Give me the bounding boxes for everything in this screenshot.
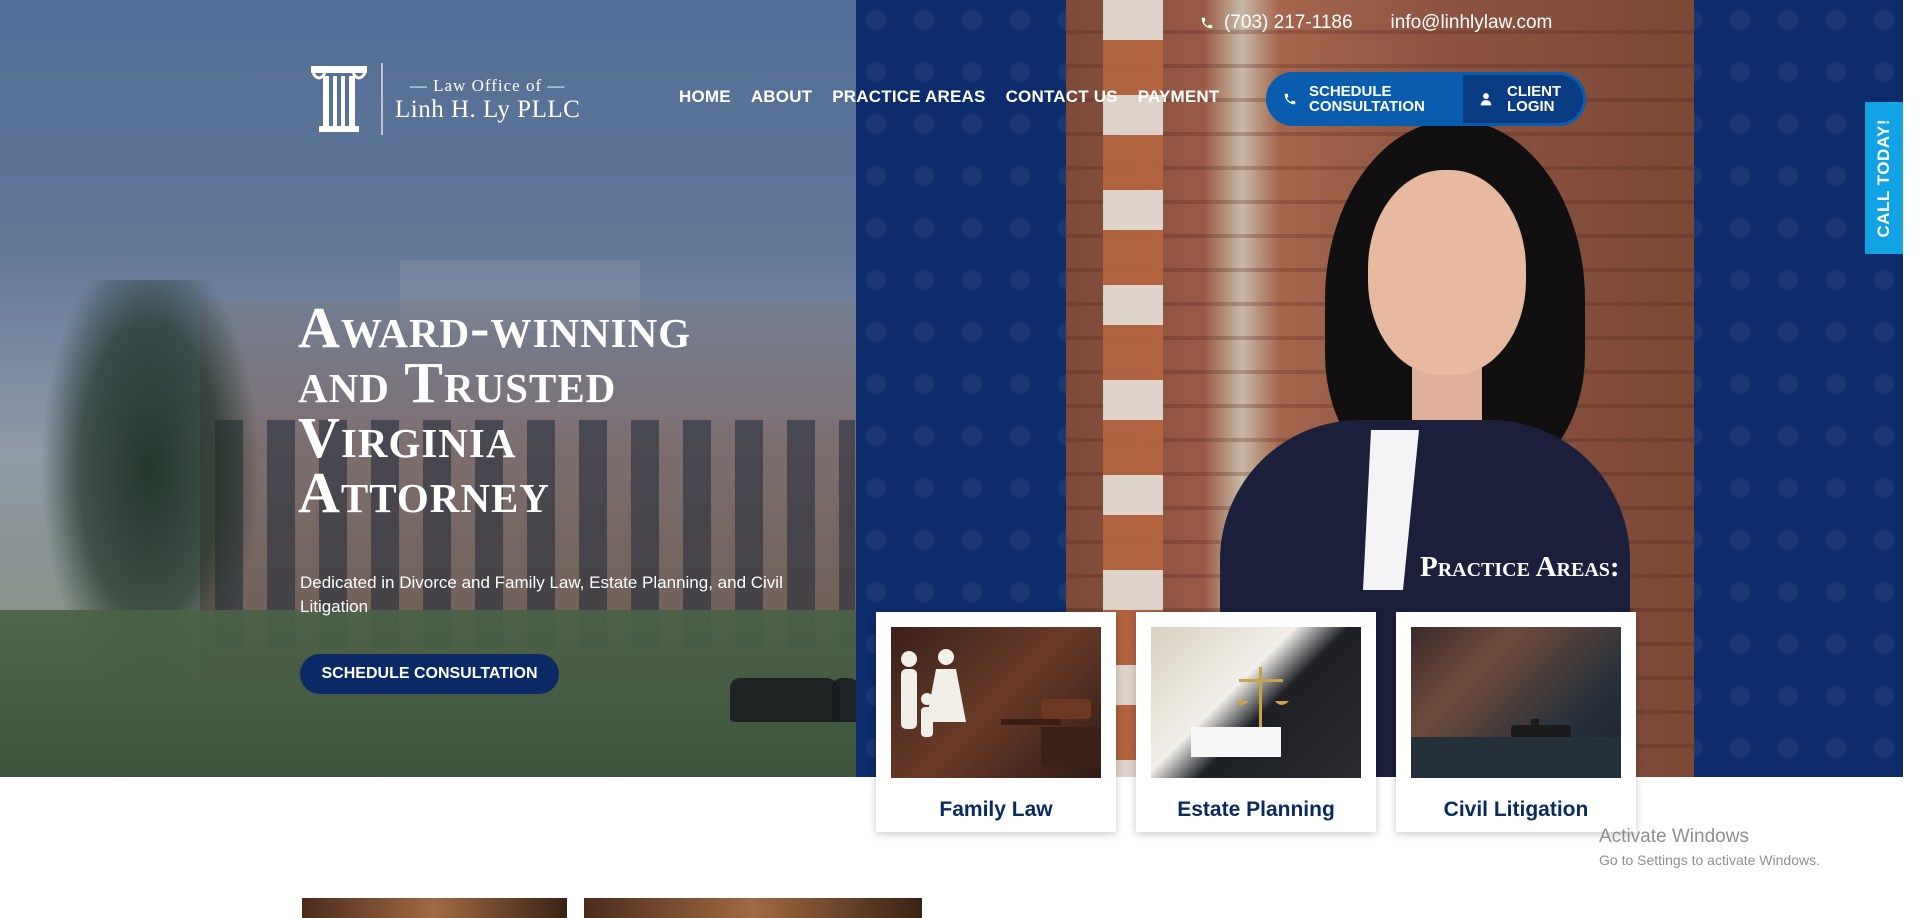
activate-windows-watermark: Activate Windows Go to Settings to activ… <box>1599 826 1820 868</box>
schedule-label-line-2: CONSULTATION <box>1309 98 1425 115</box>
login-label-line-2: LOGIN <box>1507 98 1555 115</box>
login-label-line-1: CLIENT <box>1507 83 1562 100</box>
watermark-line-2: Go to Settings to activate Windows. <box>1599 852 1820 868</box>
schedule-consultation-button[interactable]: SCHEDULE CONSULTATION <box>1269 75 1463 123</box>
gavel-icon <box>1411 719 1621 778</box>
schedule-label: SCHEDULE CONSULTATION <box>1309 84 1425 114</box>
call-today-tab[interactable]: CALL TODAY! <box>1865 102 1903 254</box>
call-today-label: CALL TODAY! <box>1874 118 1893 238</box>
practice-card-estate-planning[interactable]: Estate Planning <box>1136 612 1376 832</box>
attorney-photo-face <box>1368 170 1526 375</box>
hero-subtitle: Dedicated in Divorce and Family Law, Est… <box>300 573 783 616</box>
watermark-line-1: Activate Windows <box>1599 826 1749 847</box>
nav-payment[interactable]: PAYMENT <box>1138 87 1220 107</box>
logo-wordmark: — Law Office of — Linh H. Ly PLLC <box>395 77 580 122</box>
header-cta-group: SCHEDULE CONSULTATION CLIENT LOGIN <box>1266 72 1586 126</box>
family-law-image <box>891 627 1101 778</box>
car-image <box>730 678 840 722</box>
card-caption: Civil Litigation <box>1443 798 1589 821</box>
practice-card-family-law[interactable]: Family Law <box>876 612 1116 832</box>
user-icon <box>1480 93 1492 106</box>
column-logo-icon <box>311 66 367 132</box>
family-silhouette-icon <box>901 649 1101 767</box>
logo-line-1: — Law Office of — <box>409 75 566 95</box>
phone-icon <box>1201 17 1213 29</box>
login-label: CLIENT LOGIN <box>1507 84 1561 114</box>
client-login-button[interactable]: CLIENT LOGIN <box>1463 75 1583 123</box>
estate-planning-image <box>1151 627 1361 778</box>
practice-area-cards: Family Law Estate Planning Civil Litigat… <box>876 612 1636 832</box>
practice-areas-heading: Practice Areas: <box>1420 551 1620 583</box>
nav-about[interactable]: ABOUT <box>751 87 812 107</box>
site-logo[interactable]: — Law Office of — Linh H. Ly PLLC <box>309 62 580 136</box>
section-image <box>584 898 922 918</box>
practice-card-civil-litigation[interactable]: Civil Litigation <box>1396 612 1636 832</box>
card-caption: Family Law <box>939 798 1053 821</box>
email-address: info@linhlylaw.com <box>1390 12 1553 33</box>
hero-title: Award-winning and Trusted Virginia Attor… <box>298 299 858 522</box>
main-nav: HOME ABOUT PRACTICE AREAS CONTACT US PAY… <box>679 87 1219 107</box>
card-caption: Estate Planning <box>1177 798 1335 821</box>
phone-link[interactable]: (703) 217-1186 <box>1200 12 1353 34</box>
contact-bar: (703) 217-1186 info@linhlylaw.com <box>1200 12 1552 34</box>
hero-title-line: Attorney <box>298 460 550 525</box>
nav-practice-areas[interactable]: PRACTICE AREAS <box>832 87 985 107</box>
nav-home[interactable]: HOME <box>679 87 731 107</box>
phone-icon <box>1284 93 1296 105</box>
civil-litigation-image <box>1411 627 1621 778</box>
schedule-label-line-1: SCHEDULE <box>1309 83 1392 100</box>
hero-schedule-button[interactable]: SCHEDULE CONSULTATION <box>300 654 559 694</box>
scales-of-justice-icon <box>1191 667 1289 757</box>
logo-divider <box>381 63 383 135</box>
logo-line-2: Linh H. Ly PLLC <box>395 95 581 123</box>
email-link[interactable]: info@linhlylaw.com <box>1391 12 1553 34</box>
nav-contact-us[interactable]: CONTACT US <box>1006 87 1118 107</box>
section-image <box>302 898 567 918</box>
phone-number: (703) 217-1186 <box>1224 12 1353 33</box>
